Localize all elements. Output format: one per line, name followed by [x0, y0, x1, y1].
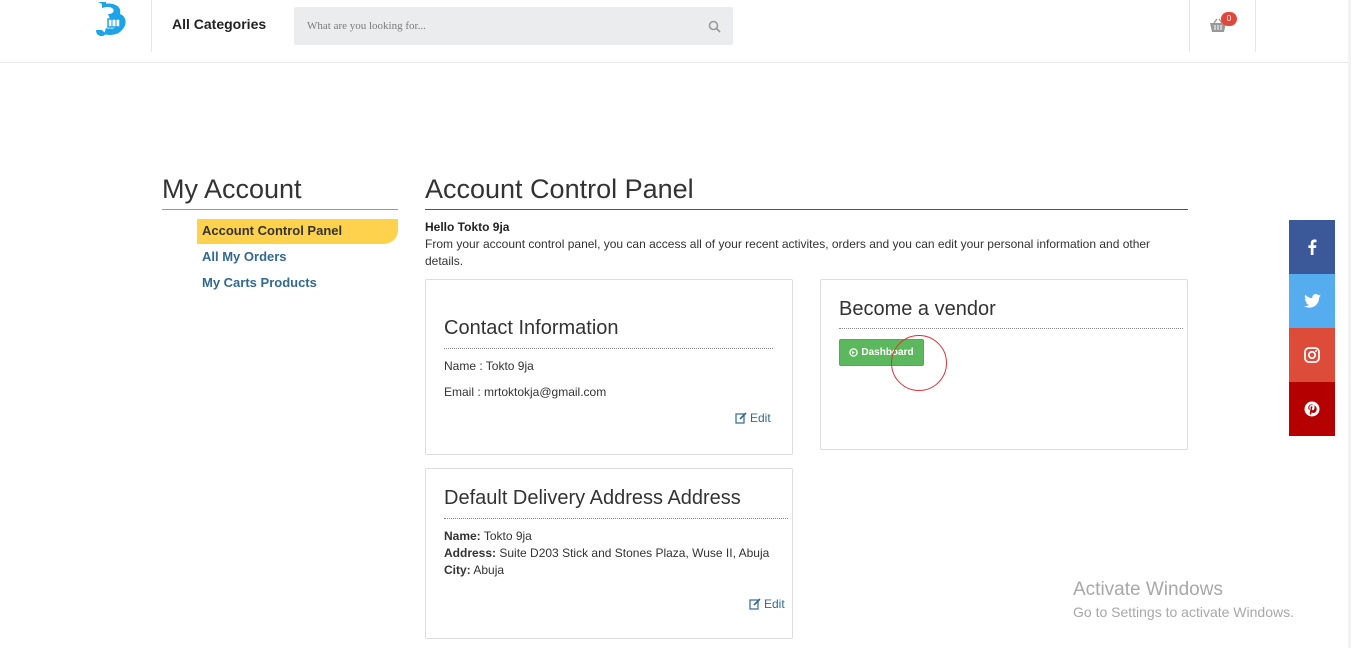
facebook-icon: [1308, 239, 1317, 255]
twitter-icon: [1303, 294, 1321, 308]
edit-icon: [749, 598, 761, 610]
edit-label: Edit: [764, 597, 785, 611]
page-title: Account Control Panel: [425, 174, 694, 204]
edit-address-link[interactable]: Edit: [749, 597, 785, 611]
page-title-divider: [425, 209, 1188, 210]
card-divider: [839, 328, 1183, 329]
edit-contact-link[interactable]: Edit: [735, 411, 771, 425]
address-street-value: Suite D203 Stick and Stones Plaza, Wuse …: [499, 546, 770, 560]
sidebar-divider: [162, 209, 398, 210]
address-city-row: City: Abuja: [444, 563, 504, 577]
card-title: Default Delivery Address Address: [444, 487, 741, 509]
top-header: All Categories 0: [0, 0, 1351, 63]
header-divider: [1189, 0, 1190, 52]
pinterest-icon: [1304, 401, 1320, 417]
arrow-circle-icon: [849, 348, 859, 357]
intro-text: From your account control panel, you can…: [425, 237, 1151, 268]
address-city-label: City:: [444, 563, 471, 577]
search-button[interactable]: [695, 7, 733, 45]
address-street-label: Address:: [444, 546, 497, 560]
edit-icon: [735, 412, 747, 424]
address-name-label: Name:: [444, 529, 481, 543]
address-city-value: Abuja: [473, 563, 505, 577]
sidebar-item-account-control-panel[interactable]: Account Control Panel: [202, 223, 342, 238]
windows-activation-title: Activate Windows: [1073, 579, 1223, 600]
edit-label: Edit: [750, 411, 771, 425]
address-name-value: Tokto 9ja: [483, 529, 532, 543]
card-title: Contact Information: [444, 317, 619, 339]
card-title: Become a vendor: [839, 298, 996, 320]
address-street-row: Address: Suite D203 Stick and Stones Pla…: [444, 546, 769, 560]
facebook-share-button[interactable]: [1289, 220, 1335, 274]
pinterest-share-button[interactable]: [1289, 382, 1335, 436]
contact-email: Email : mrtoktokja@gmail.com: [444, 385, 607, 399]
search-bar: [294, 7, 733, 45]
greeting: Hello Tokto 9ja: [425, 220, 510, 234]
contact-information-card: Contact Information Name : Tokto 9ja Ema…: [425, 279, 793, 455]
instagram-share-button[interactable]: [1289, 328, 1335, 382]
cart-count-badge: 0: [1221, 12, 1237, 26]
cart-button[interactable]: 0: [1206, 12, 1240, 38]
delivery-address-card: Default Delivery Address Address Name: T…: [425, 468, 793, 639]
click-indicator: [891, 335, 947, 391]
card-divider: [444, 518, 788, 519]
sidebar-item-my-carts-products[interactable]: My Carts Products: [202, 275, 317, 290]
sidebar-title: My Account: [162, 174, 302, 204]
instagram-icon: [1304, 347, 1320, 363]
become-vendor-card: Become a vendor Dashboard: [820, 279, 1188, 450]
contact-name: Name : Tokto 9ja: [444, 359, 534, 373]
windows-activation-subtitle: Go to Settings to activate Windows.: [1073, 604, 1294, 620]
cart-logo-icon: [96, 2, 126, 37]
header-divider: [151, 0, 152, 52]
all-categories-menu[interactable]: All Categories: [172, 16, 266, 32]
search-icon: [708, 20, 721, 33]
header-divider: [1255, 0, 1256, 52]
logo[interactable]: [92, 0, 132, 40]
address-name-row: Name: Tokto 9ja: [444, 529, 532, 543]
card-divider: [444, 348, 773, 349]
search-input[interactable]: [294, 7, 694, 45]
sidebar-item-all-my-orders[interactable]: All My Orders: [202, 249, 287, 264]
twitter-share-button[interactable]: [1289, 274, 1335, 328]
